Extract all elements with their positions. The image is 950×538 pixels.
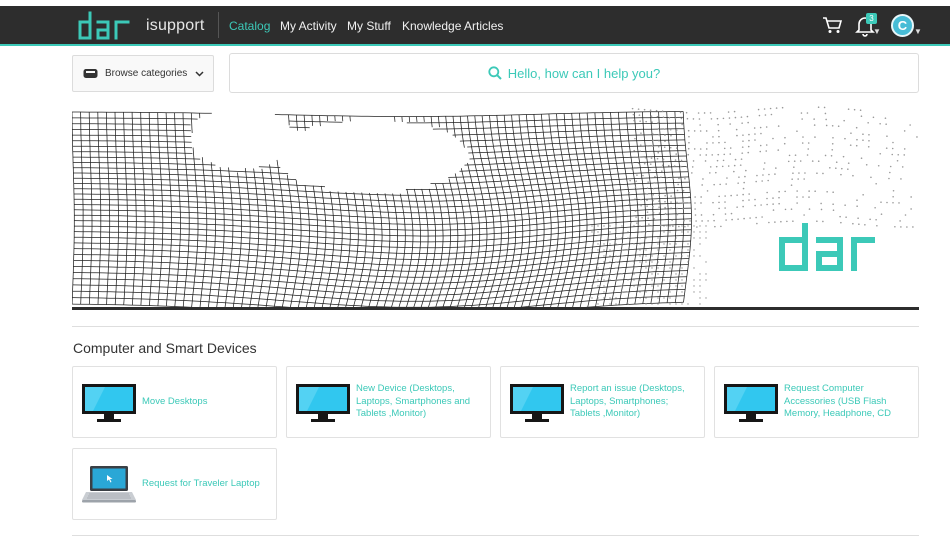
laptop-icon	[81, 465, 137, 505]
nav-my-stuff[interactable]: My Stuff	[347, 19, 391, 33]
chevron-down-icon[interactable]: ▼	[914, 27, 922, 36]
catalog-item-label: New Device (Desktops, Laptops, Smartphon…	[356, 383, 486, 421]
catalog-item-label: Request for Traveler Laptop	[142, 478, 272, 491]
categories-icon	[83, 68, 98, 79]
section-title: Computer and Smart Devices	[73, 340, 257, 356]
nav-separator	[218, 12, 219, 38]
top-navbar: isupport Catalog My Activity My Stuff Kn…	[0, 6, 950, 44]
catalog-item-label: Report an issue (Desktops, Laptops, Smar…	[570, 383, 700, 421]
search-icon	[488, 66, 502, 80]
nav-knowledge-articles[interactable]: Knowledge Articles	[402, 19, 503, 33]
catalog-item-request-accessories[interactable]: Request Computer Accessories (USB Flash …	[714, 366, 919, 438]
monitor-icon	[509, 383, 565, 423]
catalog-item-traveler-laptop[interactable]: Request for Traveler Laptop	[72, 448, 277, 520]
monitor-icon	[295, 383, 351, 423]
hero-banner	[72, 106, 919, 308]
cart-icon[interactable]	[822, 16, 842, 34]
catalog-item-move-desktops[interactable]: Move Desktops	[72, 366, 277, 438]
hero-dar-logo	[782, 226, 872, 268]
nav-catalog[interactable]: Catalog	[229, 19, 270, 33]
user-avatar[interactable]: C	[891, 14, 914, 37]
search-input[interactable]: Hello, how can I help you?	[229, 53, 919, 93]
chevron-down-icon	[195, 71, 204, 77]
brand-name[interactable]: isupport	[146, 17, 205, 35]
nav-my-activity[interactable]: My Activity	[280, 19, 337, 33]
hero-mesh-illustration	[72, 106, 919, 308]
chevron-down-icon[interactable]: ▼	[873, 27, 881, 36]
navbar-accent-line	[0, 44, 950, 46]
browse-categories-label: Browse categories	[105, 68, 187, 79]
catalog-item-new-device[interactable]: New Device (Desktops, Laptops, Smartphon…	[286, 366, 491, 438]
dar-logo[interactable]	[76, 11, 134, 41]
divider	[72, 535, 919, 536]
notification-count-badge: 3	[866, 13, 877, 24]
divider	[72, 326, 919, 327]
hero-bottom-bar	[72, 307, 919, 310]
text-fade	[894, 367, 918, 437]
search-placeholder: Hello, how can I help you?	[508, 66, 660, 81]
catalog-item-label: Move Desktops	[142, 396, 272, 409]
catalog-item-report-issue[interactable]: Report an issue (Desktops, Laptops, Smar…	[500, 366, 705, 438]
browse-categories-button[interactable]: Browse categories	[72, 55, 214, 92]
monitor-icon	[723, 383, 779, 423]
monitor-icon	[81, 383, 137, 423]
